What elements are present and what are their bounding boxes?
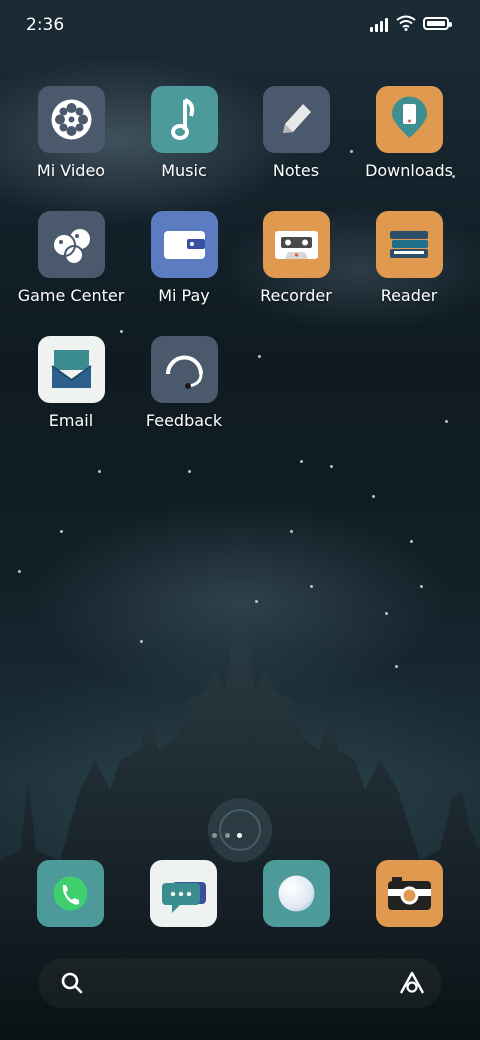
assistant-icon[interactable]: [398, 970, 426, 996]
app-label: Music: [161, 161, 207, 180]
app-recorder[interactable]: Recorder: [240, 211, 352, 305]
app-downloads[interactable]: Downloads: [353, 86, 465, 180]
browser-sphere-icon: [278, 875, 315, 912]
app-mi-video[interactable]: Mi Video: [15, 86, 127, 180]
cassette-icon: [262, 211, 330, 278]
status-bar: 2:36: [0, 0, 480, 52]
app-label: Mi Pay: [158, 286, 210, 305]
dock-browser[interactable]: [263, 860, 330, 927]
download-pin-icon: [375, 86, 443, 153]
game-bubbles-icon: [37, 211, 105, 278]
app-label: Downloads: [365, 161, 453, 180]
pencil-icon: [262, 86, 330, 153]
wifi-icon: [396, 15, 416, 31]
search-icon[interactable]: [60, 971, 84, 995]
app-label: Mi Video: [36, 161, 106, 180]
home-search-bar[interactable]: [38, 958, 442, 1008]
app-music[interactable]: Music: [128, 86, 240, 180]
app-game-center[interactable]: Game Center: [15, 211, 127, 305]
page-dot-active: [237, 833, 242, 838]
app-label: Email: [48, 411, 94, 430]
dock-messages[interactable]: [150, 860, 217, 927]
app-label: Reader: [380, 286, 438, 305]
film-reel-icon: [37, 86, 105, 153]
music-note-icon: [150, 86, 218, 153]
app-reader[interactable]: Reader: [353, 211, 465, 305]
dock-camera[interactable]: [376, 860, 443, 927]
app-notes[interactable]: Notes: [240, 86, 352, 180]
app-label: Notes: [272, 161, 320, 180]
app-email[interactable]: Email: [15, 336, 127, 430]
page-indicator: [200, 831, 260, 841]
camera-icon: [388, 877, 431, 910]
app-mi-pay[interactable]: Mi Pay: [128, 211, 240, 305]
chat-bubble-icon: [162, 882, 206, 913]
page-dot: [225, 833, 230, 838]
dock-phone[interactable]: [37, 860, 104, 927]
app-label: Game Center: [17, 286, 125, 305]
page-dot: [212, 833, 217, 838]
battery-icon: [423, 17, 452, 30]
status-time: 2:36: [26, 15, 65, 35]
books-icon: [375, 211, 443, 278]
headset-icon: [150, 336, 218, 403]
signal-icon: [370, 16, 392, 32]
app-label: Feedback: [145, 411, 223, 430]
app-feedback[interactable]: Feedback: [128, 336, 240, 430]
phone-icon: [53, 876, 88, 911]
app-label: Recorder: [260, 286, 332, 305]
envelope-icon: [37, 336, 105, 403]
wallet-icon: [150, 211, 218, 278]
